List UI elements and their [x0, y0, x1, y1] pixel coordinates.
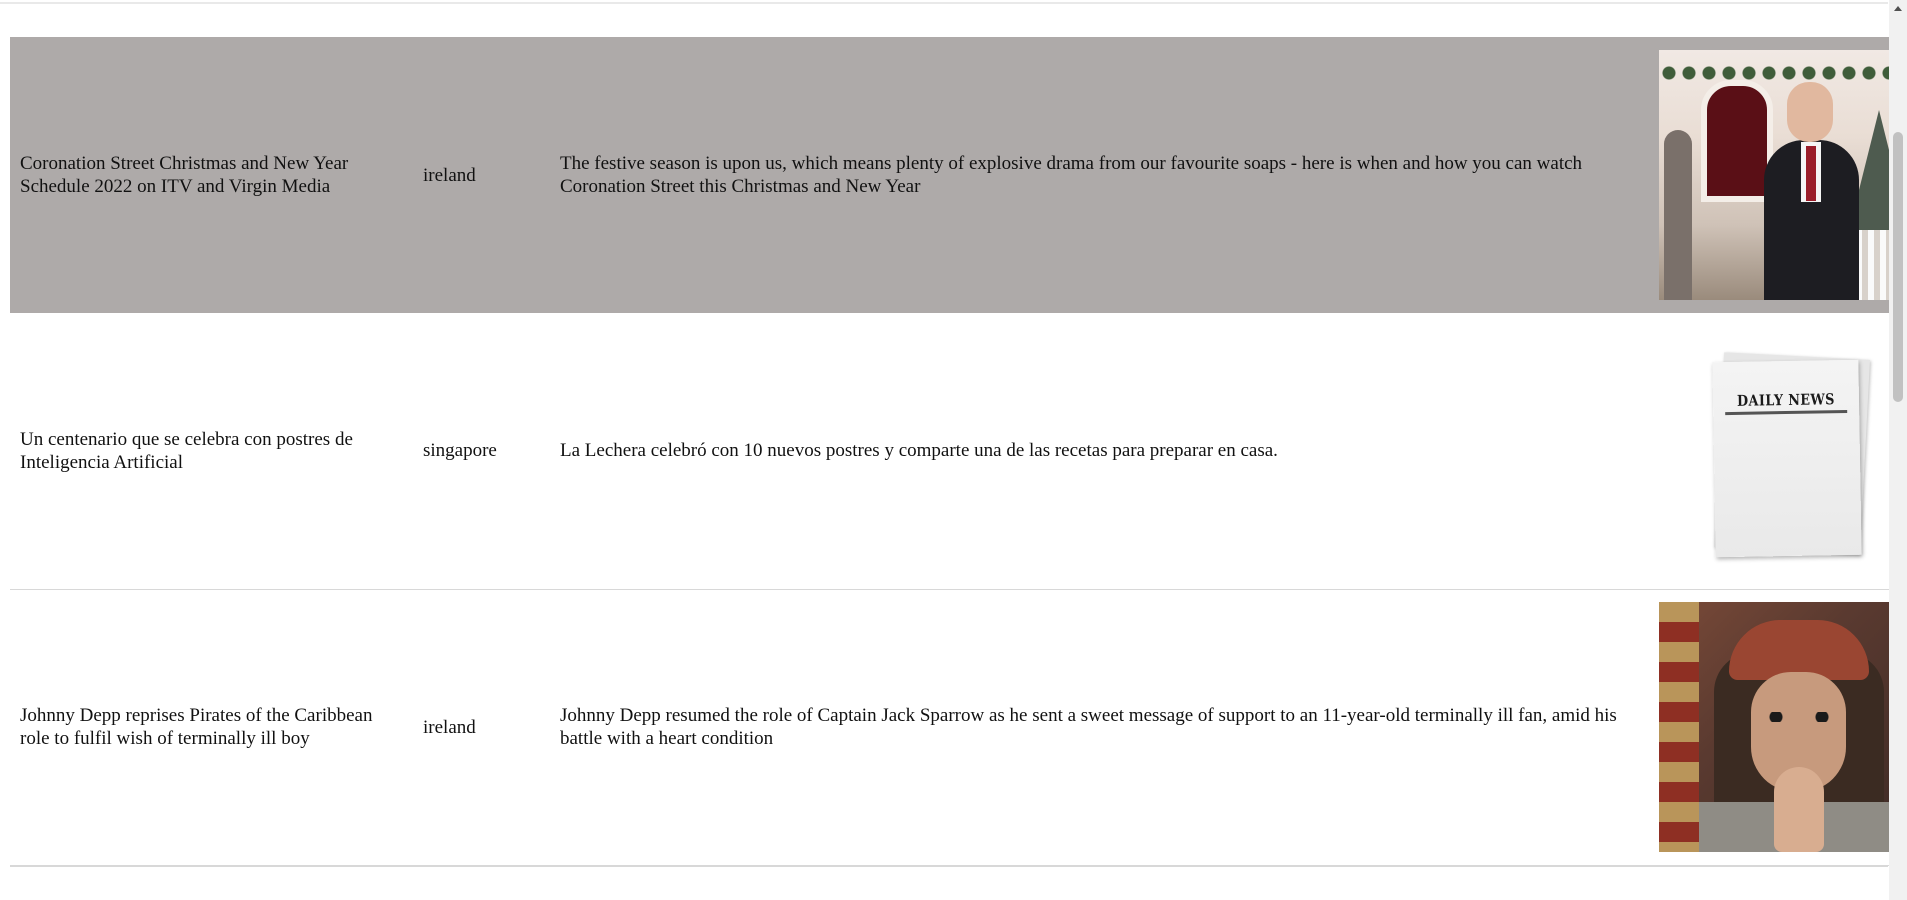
guest-figure — [1664, 130, 1692, 300]
article-description: La Lechera celebró con 10 nuevos postres… — [560, 440, 1278, 462]
article-image-cell — [1649, 589, 1907, 865]
scrollbar-thumb[interactable] — [1893, 132, 1903, 402]
garland-decoration — [1659, 58, 1907, 88]
bottom-divider — [10, 866, 1888, 867]
article-image-cell: DAILY NEWS — [1649, 313, 1907, 589]
table-row[interactable]: Johnny Depp reprises Pirates of the Cari… — [10, 589, 1907, 865]
article-title[interactable]: Johnny Depp reprises Pirates of the Cari… — [10, 589, 413, 865]
bandana — [1729, 620, 1869, 680]
article-country: singapore — [423, 440, 497, 462]
news-list-page: Coronation Street Christmas and New Year… — [0, 0, 1907, 900]
article-country: ireland — [423, 164, 476, 186]
eyes — [1764, 712, 1834, 722]
article-country: ireland — [423, 716, 476, 738]
article-title[interactable]: Coronation Street Christmas and New Year… — [10, 37, 413, 313]
article-description: Johnny Depp resumed the role of Captain … — [560, 705, 1617, 749]
newspaper-icon: DAILY NEWS — [1712, 359, 1862, 558]
top-divider — [0, 2, 1888, 4]
arch-door — [1701, 80, 1773, 202]
table-row[interactable]: Un centenario que se celebra con postres… — [10, 313, 1907, 589]
article-thumbnail[interactable] — [1659, 50, 1907, 300]
article-image-cell — [1649, 37, 1907, 313]
article-thumbnail[interactable]: DAILY NEWS — [1659, 325, 1907, 576]
man-head — [1787, 82, 1833, 142]
article-description: The festive season is upon us, which mea… — [560, 153, 1583, 197]
man-tie — [1806, 146, 1816, 201]
wall-frame — [1659, 602, 1699, 852]
newspaper-masthead: DAILY NEWS — [1736, 389, 1836, 410]
table-row[interactable]: Coronation Street Christmas and New Year… — [10, 37, 1907, 313]
scroll-up-arrow-icon[interactable] — [1894, 6, 1902, 11]
news-table: Coronation Street Christmas and New Year… — [10, 37, 1907, 866]
vertical-scrollbar[interactable] — [1889, 0, 1907, 900]
article-thumbnail[interactable] — [1659, 602, 1907, 852]
praying-hands — [1774, 767, 1824, 852]
article-title[interactable]: Un centenario que se celebra con postres… — [10, 313, 413, 589]
